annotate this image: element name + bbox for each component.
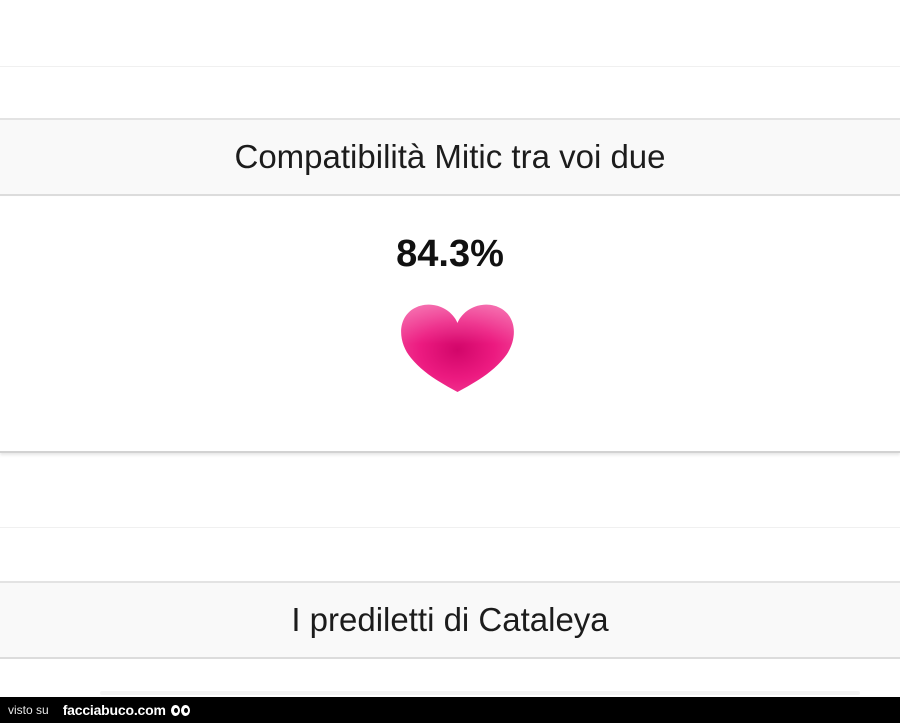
compatibility-header: Compatibilità Mitic tra voi due: [0, 118, 900, 196]
top-divider: [0, 66, 900, 67]
compatibility-result-card: 84.3%: [0, 197, 900, 453]
eyes-icon: [170, 704, 191, 716]
favorites-content-strip: [0, 661, 900, 697]
compatibility-title: Compatibilità Mitic tra voi due: [234, 138, 666, 175]
compatibility-percent: 84.3%: [396, 233, 504, 275]
watermark-footer: visto su facciabuco.com: [0, 697, 900, 723]
favorites-header: I prediletti di Cataleya: [0, 581, 900, 659]
watermark-prefix: visto su: [8, 703, 49, 717]
heart-icon: [401, 304, 514, 392]
watermark-brand: facciabuco.com: [62, 702, 166, 718]
content-edge: [100, 691, 860, 695]
mid-divider: [0, 527, 900, 528]
favorites-title: I prediletti di Cataleya: [291, 601, 609, 638]
